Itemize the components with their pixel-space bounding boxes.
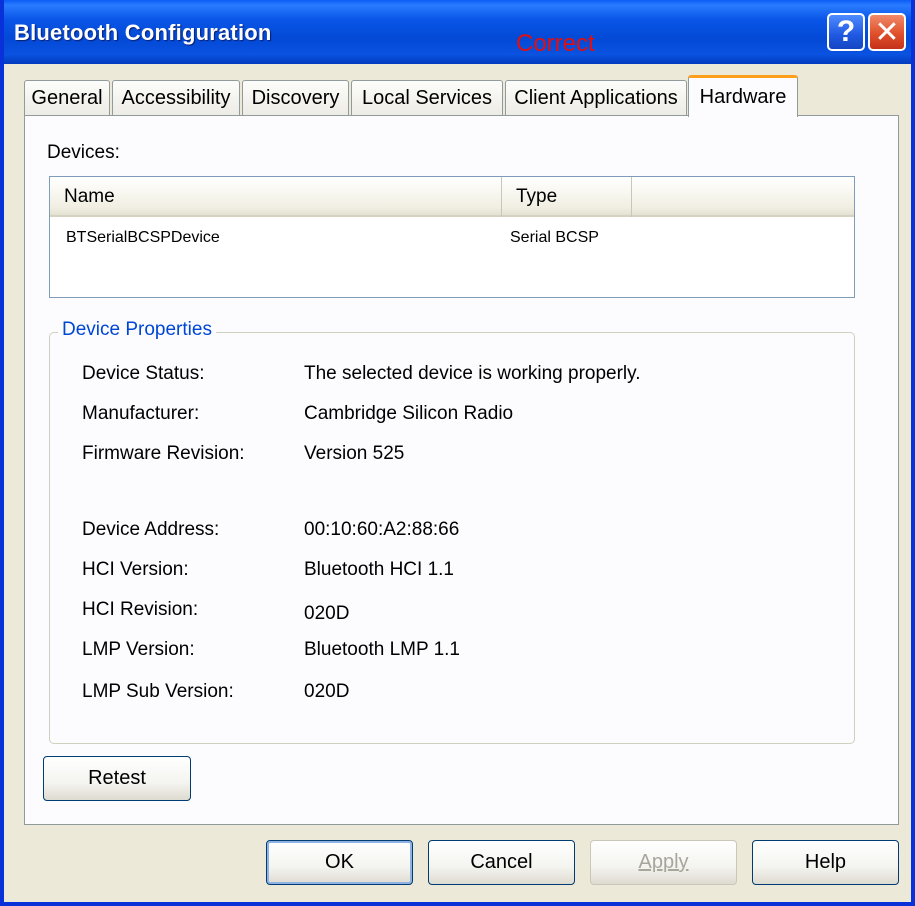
lmp-sub-version-label: LMP Sub Version: <box>82 681 234 702</box>
apply-button-label: Apply <box>638 851 689 873</box>
hci-revision-value: 020D <box>304 603 350 624</box>
ok-button[interactable]: OK <box>266 840 413 885</box>
close-icon: ✕ <box>874 15 900 49</box>
manufacturer-value: Cambridge Silicon Radio <box>304 403 514 424</box>
question-mark-icon: ? <box>836 15 856 48</box>
overlay-annotation: Correct <box>516 30 595 57</box>
table-row[interactable]: BTSerialBCSPDevice Serial BCSP <box>50 221 854 251</box>
device-properties-legend: Device Properties <box>58 319 216 341</box>
device-address-value: 00:10:60:A2:88:66 <box>304 519 460 540</box>
close-title-button[interactable]: ✕ <box>868 13 906 51</box>
column-header-type[interactable]: Type <box>502 177 632 217</box>
tab-general[interactable]: General <box>24 80 110 116</box>
tab-hardware[interactable]: Hardware <box>688 75 798 117</box>
apply-button[interactable]: Apply <box>590 840 737 885</box>
tab-accessibility[interactable]: Accessibility <box>112 80 240 116</box>
tab-strip: General Accessibility Discovery Local Se… <box>24 75 904 117</box>
device-status-label: Device Status: <box>82 363 205 384</box>
column-header-name[interactable]: Name <box>50 177 502 217</box>
tab-discovery[interactable]: Discovery <box>242 80 349 116</box>
help-title-button[interactable]: ? <box>827 13 865 51</box>
firmware-revision-value: Version 525 <box>304 443 405 464</box>
cancel-button[interactable]: Cancel <box>428 840 575 885</box>
device-properties-group: Device Properties Device Status: The sel… <box>49 319 855 744</box>
hci-version-label: HCI Version: <box>82 559 189 580</box>
devices-list-header: Name Type <box>50 177 854 217</box>
help-button[interactable]: Help <box>752 840 899 885</box>
tab-local-services[interactable]: Local Services <box>351 80 503 116</box>
firmware-revision-label: Firmware Revision: <box>82 443 245 464</box>
device-name-cell: BTSerialBCSPDevice <box>66 229 220 246</box>
lmp-version-value: Bluetooth LMP 1.1 <box>304 639 460 660</box>
device-status-value: The selected device is working properly. <box>304 363 641 384</box>
lmp-version-label: LMP Version: <box>82 639 195 660</box>
hardware-tab-panel: Devices: Name Type BTSerialBCSPDevice Se… <box>24 115 899 825</box>
window-title: Bluetooth Configuration <box>14 20 272 45</box>
tab-client-applications[interactable]: Client Applications <box>505 80 687 116</box>
device-type-cell: Serial BCSP <box>510 229 599 246</box>
devices-label: Devices: <box>47 142 120 163</box>
hci-version-value: Bluetooth HCI 1.1 <box>304 559 454 580</box>
devices-list[interactable]: Name Type BTSerialBCSPDevice Serial BCSP <box>49 176 855 298</box>
device-address-label: Device Address: <box>82 519 220 540</box>
manufacturer-label: Manufacturer: <box>82 403 200 424</box>
title-bar[interactable]: Bluetooth Configuration Correct ? ✕ <box>4 0 911 64</box>
lmp-sub-version-value: 020D <box>304 681 350 702</box>
bluetooth-configuration-window: Bluetooth Configuration Correct ? ✕ Gene… <box>0 0 915 906</box>
retest-button[interactable]: Retest <box>43 756 191 801</box>
hci-revision-label: HCI Revision: <box>82 599 199 620</box>
